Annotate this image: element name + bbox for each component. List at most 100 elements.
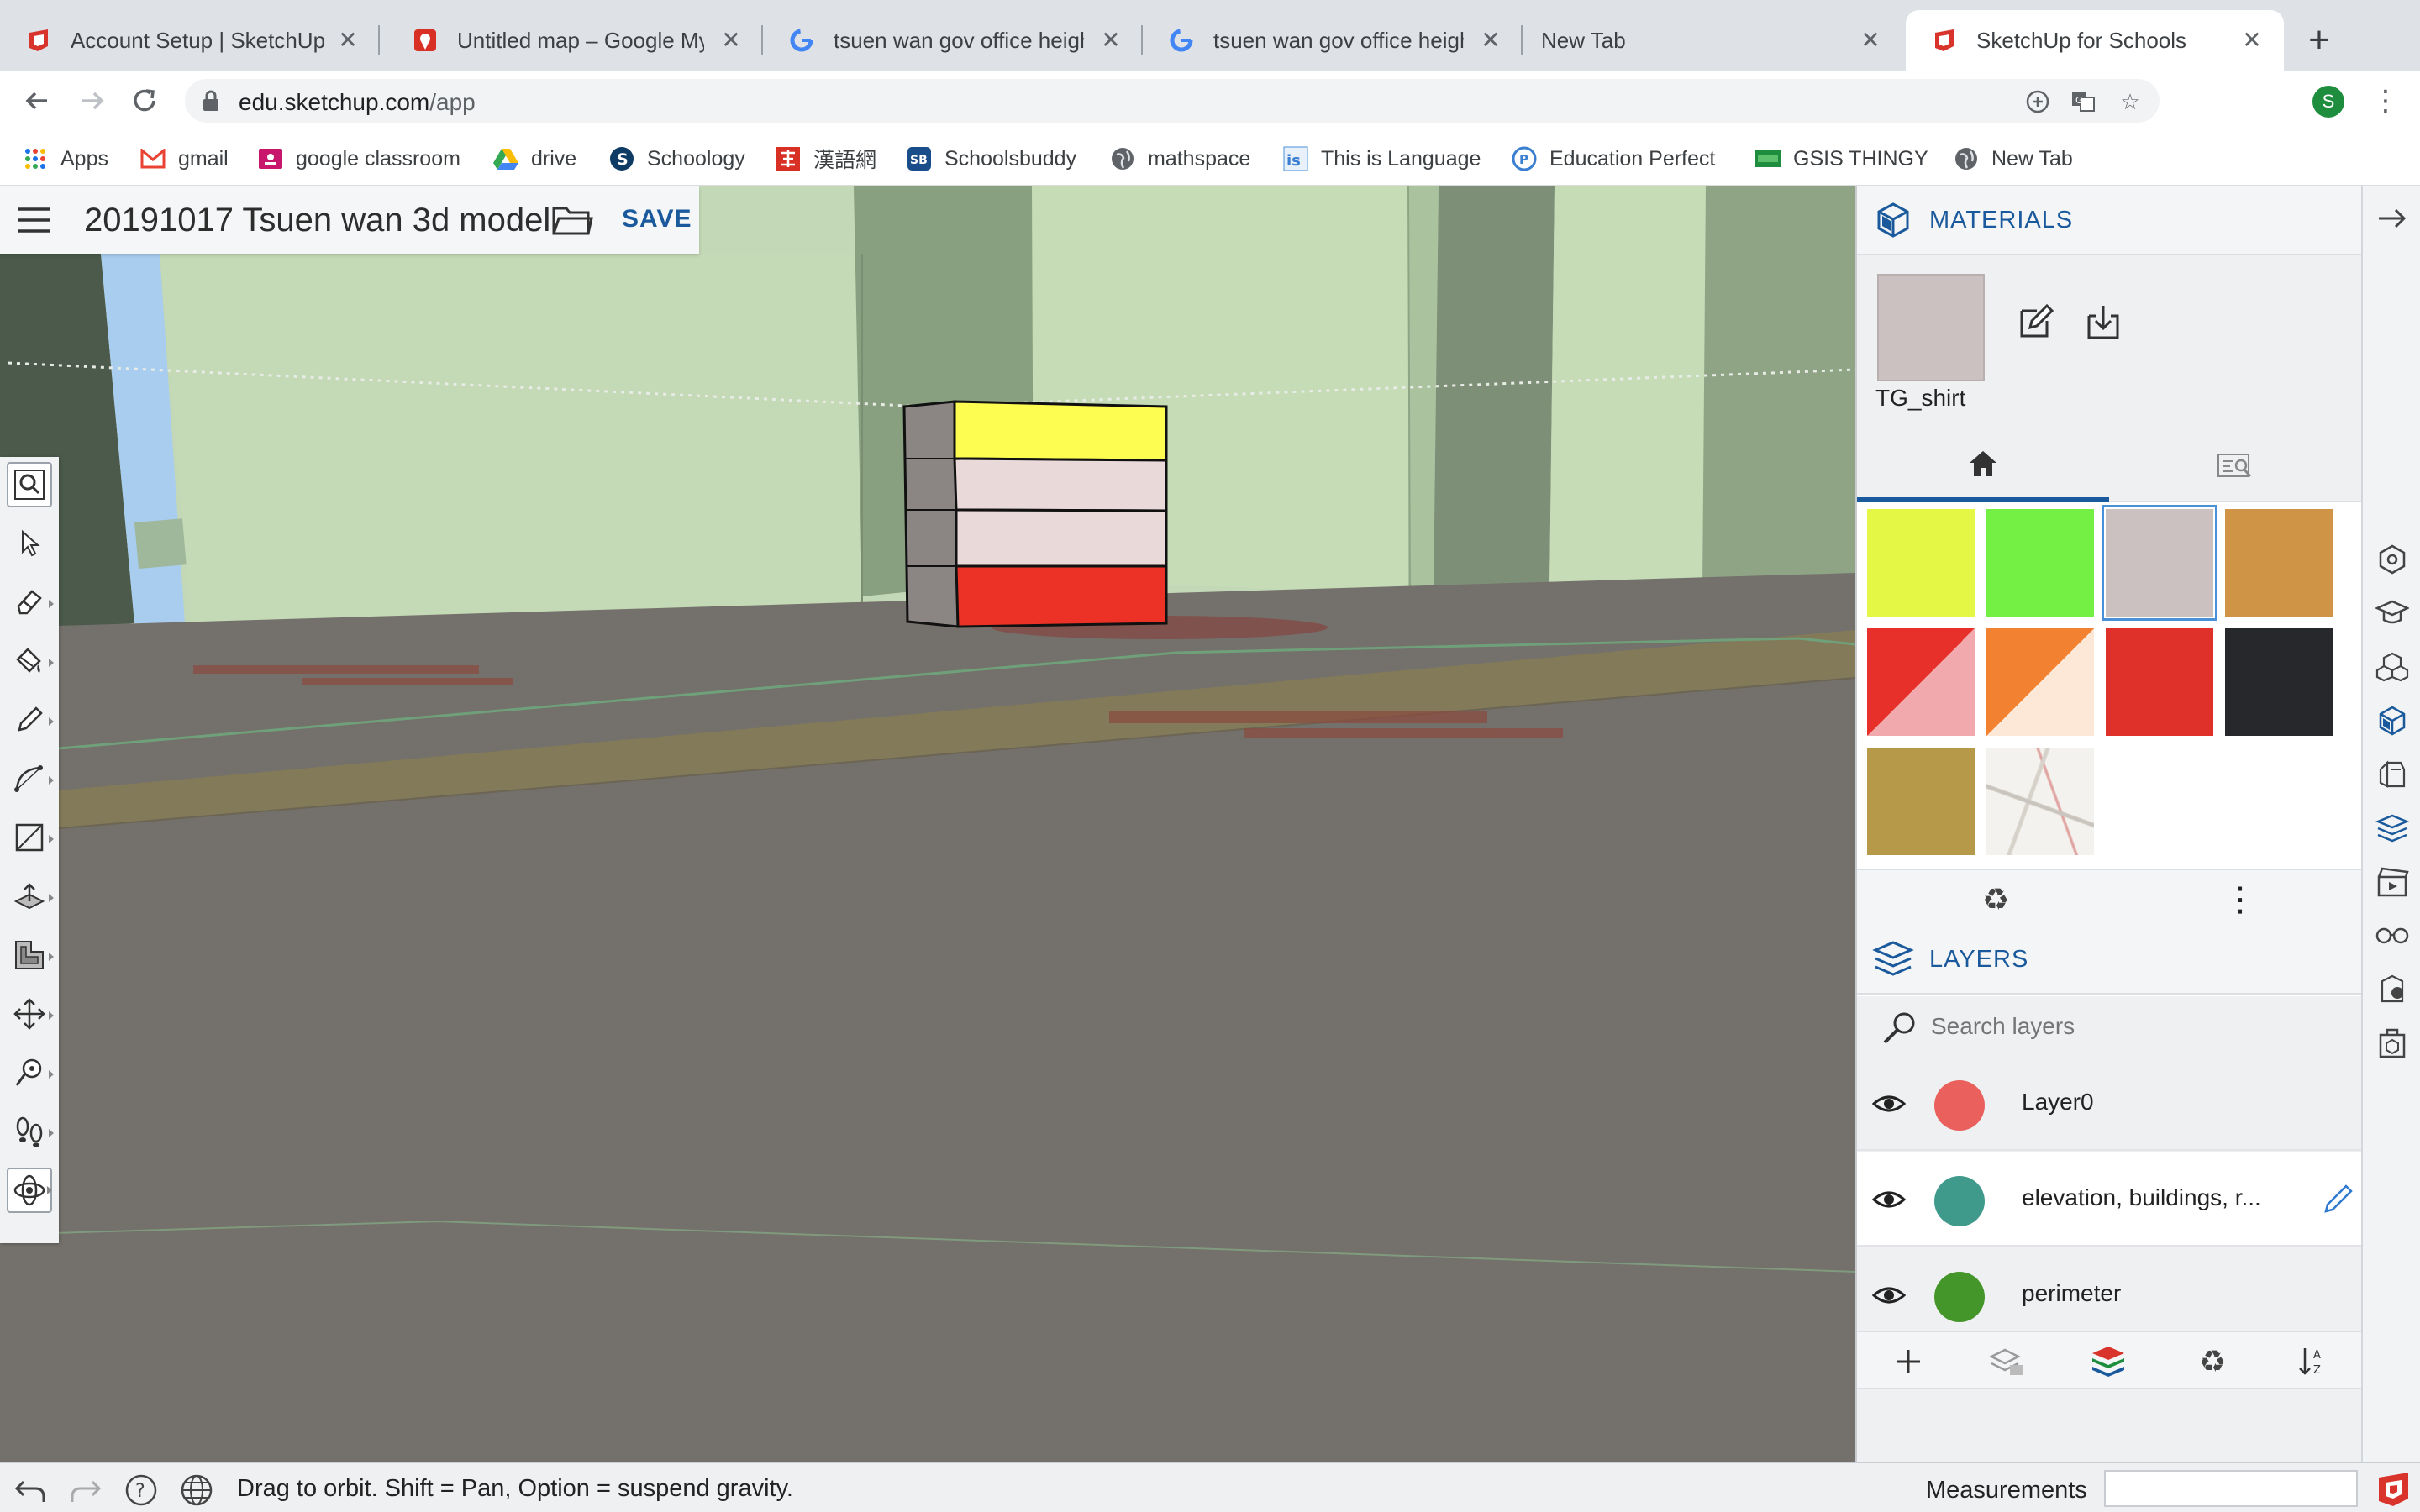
tab-close-icon[interactable]: ✕ xyxy=(716,25,746,55)
tab-new-tab[interactable]: New Tab ✕ xyxy=(1523,10,1902,71)
solar-shadows-icon[interactable] xyxy=(2372,969,2412,1010)
bookmark-mathspace[interactable]: mathspace xyxy=(1109,143,1250,175)
tab-google-search-2[interactable]: tsuen wan gov office height - Google Sea… xyxy=(1143,10,1523,71)
bookmark-gmail[interactable]: gmail xyxy=(139,143,229,175)
install-app-icon[interactable] xyxy=(2025,89,2050,114)
bookmark-apps[interactable]: Apps xyxy=(22,143,108,175)
material-swatch[interactable] xyxy=(2225,509,2333,617)
eraser-tool-button[interactable] xyxy=(7,580,54,625)
rectangle-tool-button[interactable] xyxy=(7,815,54,860)
bookmark-star-icon[interactable]: ☆ xyxy=(2118,89,2143,114)
search-layers-input[interactable] xyxy=(1931,1008,2334,1045)
sketchup-logo-icon[interactable] xyxy=(2375,1470,2413,1509)
display-glasses-icon[interactable] xyxy=(2372,916,2412,956)
sort-layers-button[interactable]: AZ xyxy=(2294,1342,2333,1381)
color-by-layer-button[interactable] xyxy=(2089,1342,2128,1381)
material-swatch[interactable] xyxy=(1986,509,2094,617)
layer-color-swatch[interactable] xyxy=(1934,1080,1985,1131)
layers-panel-icon[interactable] xyxy=(2372,808,2412,848)
tab-in-model[interactable] xyxy=(1857,430,2109,502)
new-tab-button[interactable]: + xyxy=(2296,18,2343,66)
browser-menu-icon[interactable]: ⋮ xyxy=(2371,84,2400,118)
tab-account-setup[interactable]: Account Setup | SketchUp ✕ xyxy=(0,10,380,71)
bookmark-schoology[interactable]: S Schoology xyxy=(608,143,745,175)
tab-close-icon[interactable]: ✕ xyxy=(1476,25,1506,55)
material-swatch[interactable] xyxy=(1867,509,1975,617)
layer-color-swatch[interactable] xyxy=(1934,1272,1985,1322)
address-bar[interactable]: edu.sketchup.com/app G ☆ xyxy=(185,79,2160,123)
tab-browse-materials[interactable] xyxy=(2109,430,2361,502)
layer-row-elevation-buildings[interactable]: elevation, buildings, r... xyxy=(1857,1152,2361,1247)
outliner-icon[interactable] xyxy=(2372,1023,2412,1063)
offset-tool-button[interactable] xyxy=(7,932,54,978)
collapse-panel-icon[interactable] xyxy=(2372,198,2412,239)
redo-icon[interactable] xyxy=(67,1472,104,1509)
purge-materials-icon[interactable]: ♻ xyxy=(1975,879,2017,921)
bookmark-gsis-thingy[interactable]: GSIS THINGY xyxy=(1754,143,1928,175)
layer-row-perimeter[interactable]: perimeter xyxy=(1857,1248,2361,1342)
select-tool-button[interactable] xyxy=(7,521,52,566)
pencil-tool-button[interactable] xyxy=(7,697,54,743)
move-tool-button[interactable] xyxy=(7,991,54,1037)
3d-scene[interactable] xyxy=(0,186,1855,1462)
material-swatch[interactable] xyxy=(2102,505,2217,621)
walk-tool-button[interactable] xyxy=(7,1109,54,1154)
purge-layers-button[interactable]: ♻ xyxy=(2193,1342,2232,1381)
material-swatch[interactable] xyxy=(1867,748,1975,855)
save-button[interactable]: SAVE xyxy=(622,205,692,234)
tab-close-icon[interactable]: ✕ xyxy=(1855,25,1886,55)
bookmark-hanyu[interactable]: 漢語網 xyxy=(775,143,876,175)
materials-more-options-icon[interactable]: ⋮ xyxy=(2223,877,2257,922)
material-swatch[interactable] xyxy=(1986,748,2094,855)
reload-button[interactable] xyxy=(126,82,163,119)
eye-icon[interactable] xyxy=(1872,1278,1906,1312)
bookmark-drive[interactable]: drive xyxy=(492,143,576,175)
language-globe-icon[interactable] xyxy=(178,1472,215,1509)
components-icon[interactable] xyxy=(2372,647,2412,687)
tab-close-icon[interactable]: ✕ xyxy=(1096,25,1126,55)
layer-color-swatch[interactable] xyxy=(1934,1176,1985,1226)
tab-google-search-1[interactable]: tsuen wan gov office height - Google Sea… xyxy=(763,10,1143,71)
layer-row-layer0[interactable]: Layer0 xyxy=(1857,1057,2361,1151)
tab-close-icon[interactable]: ✕ xyxy=(333,25,363,55)
tab-google-my-maps[interactable]: Untitled map – Google My Maps ✕ xyxy=(387,10,763,71)
search-tool-button[interactable] xyxy=(7,462,52,507)
material-swatch[interactable] xyxy=(1867,628,1975,736)
tab-sketchup-for-schools[interactable]: SketchUp for Schools ✕ xyxy=(1906,10,2284,71)
document-title[interactable]: 20191017 Tsuen wan 3d model xyxy=(84,202,550,239)
bookmark-new-tab[interactable]: New Tab xyxy=(1953,143,2073,175)
eye-icon[interactable] xyxy=(1872,1183,1906,1216)
material-swatch[interactable] xyxy=(1986,628,2094,736)
paint-bucket-tool-button[interactable] xyxy=(7,638,54,684)
translate-icon[interactable]: G xyxy=(2070,89,2096,114)
move-to-layer-button[interactable] xyxy=(1988,1342,2027,1381)
tab-close-icon[interactable]: ✕ xyxy=(2237,25,2267,55)
styles-icon[interactable] xyxy=(2372,754,2412,795)
back-button[interactable] xyxy=(18,82,55,119)
open-folder-icon[interactable] xyxy=(551,202,593,239)
instructor-icon[interactable] xyxy=(2372,593,2412,633)
materials-panel-icon[interactable] xyxy=(2372,701,2412,741)
add-layer-button[interactable] xyxy=(1889,1342,1928,1381)
entity-info-icon[interactable] xyxy=(2372,539,2412,580)
orbit-tool-button[interactable] xyxy=(7,1168,52,1213)
material-swatch[interactable] xyxy=(2225,628,2333,736)
layers-header[interactable]: LAYERS xyxy=(1857,926,2361,995)
arc-tool-button[interactable] xyxy=(7,756,54,801)
push-pull-tool-button[interactable] xyxy=(7,874,54,919)
eye-icon[interactable] xyxy=(1872,1087,1906,1121)
model-viewport[interactable]: 20191017 Tsuen wan 3d model SAVE xyxy=(0,186,1855,1462)
tape-measure-tool-button[interactable] xyxy=(7,1050,54,1095)
undo-icon[interactable] xyxy=(12,1472,49,1509)
scenes-icon[interactable] xyxy=(2372,862,2412,902)
measurements-input[interactable] xyxy=(2104,1470,2358,1507)
help-icon[interactable]: ? xyxy=(123,1472,160,1509)
import-material-icon[interactable] xyxy=(2084,302,2123,341)
edit-material-icon[interactable] xyxy=(2017,302,2055,341)
bookmark-schoolsbuddy[interactable]: SB Schoolsbuddy xyxy=(906,143,1076,175)
bookmark-this-is-language[interactable]: is This is Language xyxy=(1282,143,1481,175)
bookmark-education-perfect[interactable]: P Education Perfect xyxy=(1511,143,1715,175)
materials-header[interactable]: MATERIALS xyxy=(1857,186,2361,255)
material-swatch[interactable] xyxy=(2106,628,2213,736)
forward-button[interactable] xyxy=(74,82,111,119)
